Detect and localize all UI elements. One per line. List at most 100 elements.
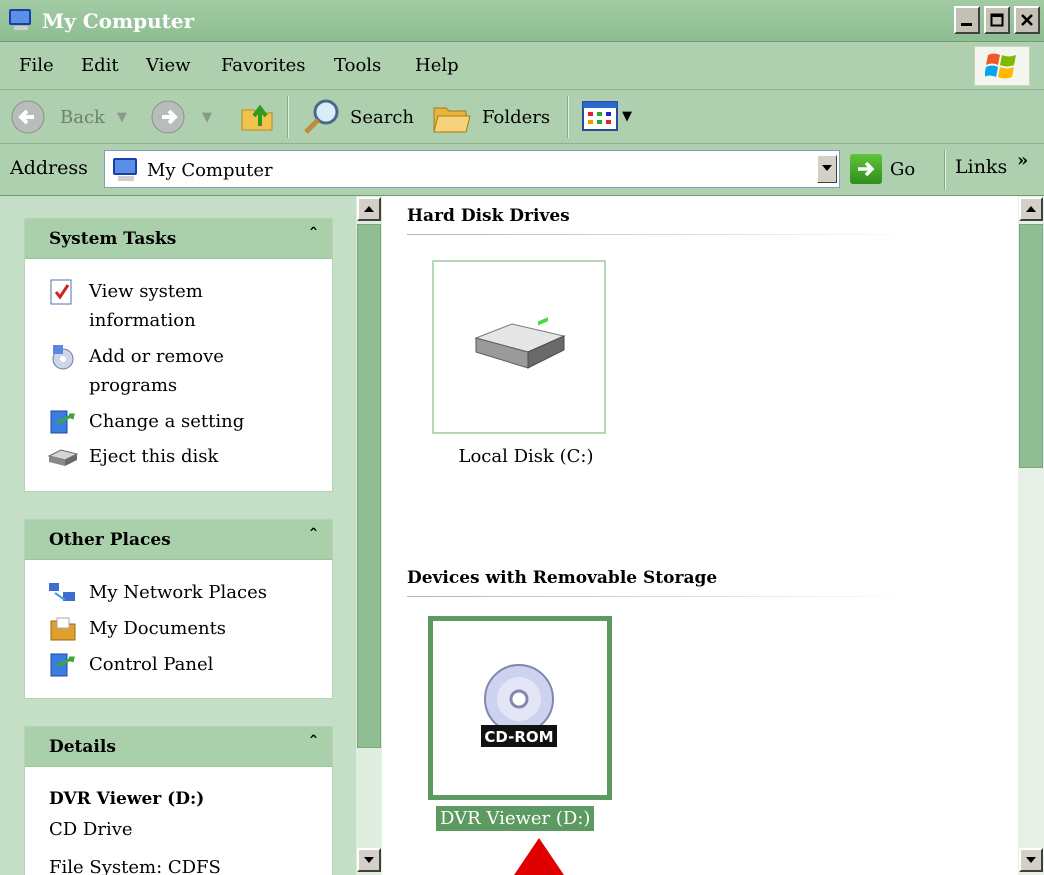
menu-favorites[interactable]: Favorites [221,55,306,76]
toolbar-separator [287,96,289,138]
menu-edit[interactable]: Edit [81,55,119,76]
control-panel-icon [50,410,75,434]
go-arrow-icon [850,154,882,184]
views-dropdown-icon[interactable]: ▼ [622,109,632,124]
local-disk-c-item[interactable] [432,260,606,434]
group-divider [407,234,917,235]
forward-arrow-icon [151,100,185,134]
search-label: Search [350,106,414,128]
address-input[interactable]: My Computer [104,150,840,188]
place-my-network-places[interactable]: My Network Places [47,578,269,607]
scroll-down-button[interactable] [1019,848,1043,872]
details-file-system: File System: CDFS [49,857,221,875]
back-arrow-icon [11,100,45,134]
details-panel: Details ˆ DVR Viewer (D:) CD Drive File … [24,726,333,875]
task-pane: System Tasks ˆ View system information A… [0,196,356,875]
group-hard-disk-drives: Hard Disk Drives [407,206,570,226]
links-chevron-icon[interactable]: » [1017,150,1028,171]
task-change-setting[interactable]: Change a setting [47,407,269,436]
menu-help[interactable]: Help [415,55,459,76]
scroll-up-button[interactable] [1019,197,1043,221]
address-dropdown-button[interactable] [817,155,837,183]
address-bar: Address My Computer Go Links » [0,144,1044,196]
group-divider [407,596,917,597]
panel-title: System Tasks [49,229,177,249]
menu-file[interactable]: File [19,55,54,76]
task-pane-scrollbar[interactable] [356,196,382,875]
group-removable-storage: Devices with Removable Storage [407,568,718,588]
add-remove-programs-icon [52,345,74,370]
dvr-viewer-d-label[interactable]: DVR Viewer (D:) [436,806,595,831]
folders-icon [433,107,471,133]
details-item-name: DVR Viewer (D:) [49,789,205,809]
task-label: Add or remove programs [89,346,224,396]
system-info-icon [50,279,72,305]
search-button[interactable]: Search [302,98,414,136]
task-label: View system information [89,281,203,331]
links-button[interactable]: Links [955,156,1007,178]
collapse-chevron-icon[interactable]: ˆ [309,526,318,547]
forward-button[interactable]: ▼ [150,99,212,135]
views-grid-icon [582,101,618,131]
scroll-down-icon [1026,857,1036,863]
task-add-remove-programs[interactable]: Add or remove programs [47,342,269,400]
task-label: Change a setting [89,411,245,432]
address-value: My Computer [147,160,273,181]
network-places-icon [49,583,75,601]
red-pointer-arrow [512,838,566,875]
minimize-button[interactable] [954,6,980,34]
maximize-button[interactable] [984,6,1010,34]
task-view-system-info[interactable]: View system information [47,277,269,335]
control-panel-icon [50,653,75,677]
back-button[interactable]: Back ▼ [10,99,127,135]
dvr-viewer-d-item[interactable]: CD-ROM [428,616,612,800]
scroll-thumb[interactable] [357,224,381,748]
collapse-chevron-icon[interactable]: ˆ [309,733,318,754]
folders-button[interactable]: Folders [432,98,550,136]
toolbar: Back ▼ ▼ Search Folders ▼ [0,90,1044,144]
task-label: Eject this disk [89,446,219,467]
scroll-up-icon [1026,206,1036,212]
my-computer-icon [113,158,137,181]
details-header[interactable]: Details ˆ [25,727,332,767]
back-dropdown-icon[interactable]: ▼ [117,110,127,125]
place-control-panel[interactable]: Control Panel [47,650,269,679]
local-disk-c-label[interactable]: Local Disk (C:) [446,446,606,467]
forward-dropdown-icon[interactable]: ▼ [202,110,212,125]
task-eject-disk[interactable]: Eject this disk [47,442,269,471]
title-bar[interactable]: My Computer [0,0,1044,42]
file-view: Hard Disk Drives Local Disk (C:) Devices… [382,196,1018,875]
panel-title: Other Places [49,530,171,550]
views-button[interactable]: ▼ [582,100,632,132]
scroll-up-button[interactable] [357,197,381,221]
go-label: Go [890,158,916,180]
scroll-thumb[interactable] [1019,224,1043,468]
maximize-icon [990,13,1004,27]
place-label: My Network Places [89,582,268,603]
go-button[interactable]: Go [850,154,915,184]
cd-rom-badge: CD-ROM [484,728,553,746]
cd-rom-icon: CD-ROM [481,664,557,747]
system-tasks-header[interactable]: System Tasks ˆ [25,219,332,259]
place-my-documents[interactable]: My Documents [47,614,269,643]
scroll-up-icon [364,206,374,212]
chevron-down-icon [822,165,832,171]
toolbar-separator [567,96,569,138]
back-label: Back [60,106,105,128]
other-places-header[interactable]: Other Places ˆ [25,520,332,560]
scroll-down-button[interactable] [357,848,381,872]
windows-logo [974,46,1030,86]
up-folder-icon [241,104,273,131]
details-item-type: CD Drive [49,819,133,840]
other-places-panel: Other Places ˆ My Network Places My Docu… [24,519,333,699]
magnifier-icon [304,99,339,134]
my-computer-icon [9,9,31,30]
collapse-chevron-icon[interactable]: ˆ [309,225,318,246]
close-icon [1021,14,1033,26]
file-view-scrollbar[interactable] [1018,196,1044,875]
menu-view[interactable]: View [146,55,191,76]
up-button[interactable] [238,96,278,136]
close-button[interactable] [1014,6,1040,34]
place-label: Control Panel [89,654,214,675]
menu-tools[interactable]: Tools [334,55,381,76]
